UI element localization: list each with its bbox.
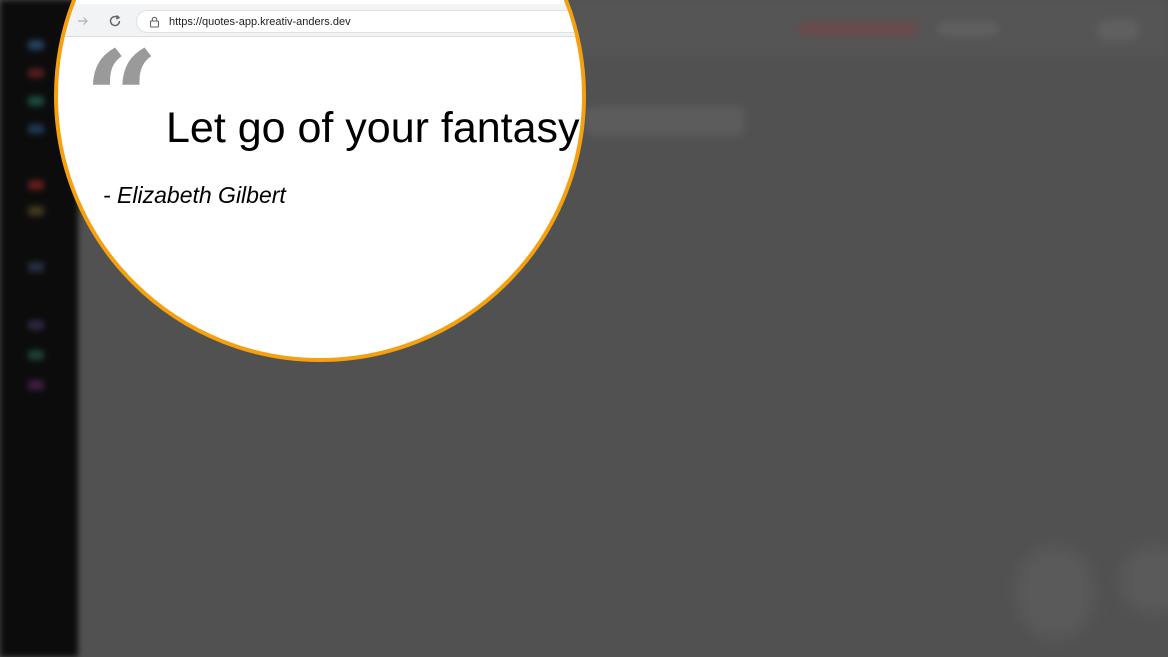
sidebar-blur-item — [28, 320, 44, 330]
address-bar[interactable]: https://quotes-app.kreativ-anders.dev — [136, 10, 582, 33]
sidebar-blur-item — [28, 262, 44, 272]
quote-author: - Elizabeth Gilbert — [103, 182, 286, 208]
sidebar-blur-item — [28, 206, 44, 216]
background-blur-shape — [1015, 545, 1095, 640]
sidebar-blur-item — [28, 68, 44, 78]
sidebar-blur-item — [28, 180, 44, 190]
topbar-blur-item — [798, 22, 918, 36]
background-blur-shape — [1120, 545, 1168, 615]
url-text[interactable]: https://quotes-app.kreativ-anders.dev — [169, 16, 351, 28]
magnifier-lens: https://quotes-app.kreativ-anders.dev “ … — [54, 0, 586, 362]
sidebar-blur-item — [28, 96, 44, 106]
background-heading-blur — [585, 106, 745, 136]
quote-mark-icon: “ — [84, 22, 159, 175]
quote-text: Let go of your fantasy — [166, 104, 580, 152]
sidebar-blur-item — [28, 40, 44, 50]
topbar-blur-item — [1098, 20, 1138, 40]
magnified-browser-view: https://quotes-app.kreativ-anders.dev “ … — [58, 4, 582, 358]
sidebar-blur-item — [28, 380, 44, 390]
sidebar-blur-item — [28, 124, 44, 134]
topbar-blur-item — [938, 22, 998, 36]
sidebar-blur-item — [28, 350, 44, 360]
